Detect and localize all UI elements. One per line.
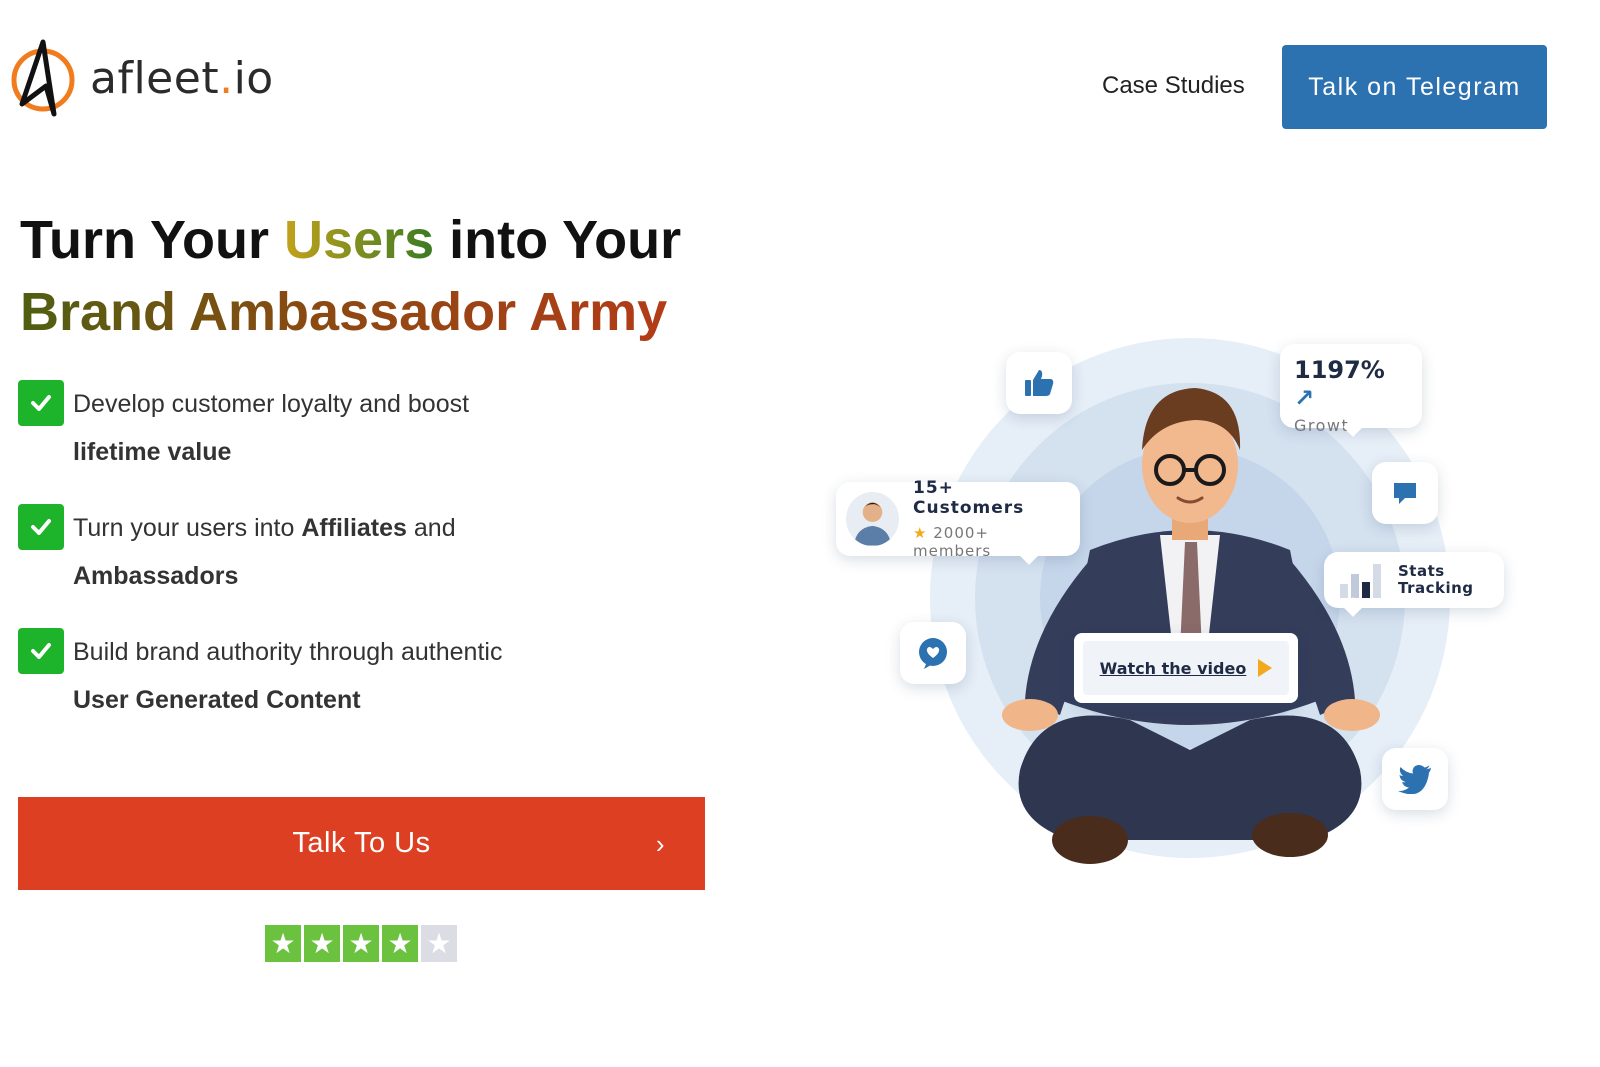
- growth-stat-card: 1197% ↗ Growth: [1280, 344, 1422, 437]
- stats-label-line1: Stats: [1398, 562, 1445, 580]
- star-icon: ★: [343, 925, 379, 962]
- chevron-right-icon: ›: [655, 829, 665, 859]
- afleet-logo-icon: [11, 39, 75, 117]
- bar-chart-icon: [1340, 564, 1381, 598]
- customers-card: 15+ Customers ★ 2000+ members: [836, 478, 1080, 565]
- star-icon: ★: [913, 524, 928, 542]
- feature-item: Develop customer loyalty and boost lifet…: [18, 380, 678, 476]
- headline-highlight: Users: [284, 210, 435, 270]
- logo[interactable]: afleet.io: [10, 38, 274, 118]
- stats-label-line2: Tracking: [1398, 579, 1474, 597]
- feature-list: Develop customer loyalty and boost lifet…: [18, 380, 678, 752]
- hero-illustration: 1197% ↗ Growth 15+ Customers ★ 2000+ mem…: [830, 330, 1530, 890]
- feature-item: Turn your users into Affiliates and Amba…: [18, 504, 678, 600]
- messenger-badge: [900, 622, 966, 684]
- checkmark-icon: [18, 380, 64, 426]
- arrow-up-right-icon: ↗: [1294, 384, 1315, 412]
- chat-bubble-icon: [1394, 483, 1416, 504]
- star-icon: ★: [265, 925, 301, 962]
- cta-label: Talk To Us: [292, 827, 431, 859]
- growth-value: 1197%: [1294, 356, 1385, 384]
- nav-case-studies-link[interactable]: Case Studies: [1102, 72, 1245, 100]
- like-badge: [1006, 352, 1072, 414]
- talk-on-telegram-button[interactable]: Talk on Telegram: [1282, 45, 1547, 129]
- messenger-icon: [919, 638, 947, 669]
- thumbs-up-icon: [1025, 370, 1054, 396]
- meditating-businessman-image: [1002, 388, 1380, 864]
- logo-wordmark: afleet.io: [90, 52, 274, 104]
- checkmark-icon: [18, 628, 64, 674]
- avatar: [846, 492, 899, 546]
- stats-tracking-card: Stats Tracking: [1324, 552, 1504, 617]
- trustpilot-rating[interactable]: ★ ★ ★ ★ ★: [265, 925, 457, 962]
- twitter-badge: [1382, 748, 1448, 810]
- twitter-icon: [1398, 765, 1431, 794]
- headline-line2: Brand Ambassador Army: [20, 282, 668, 342]
- hero-headline: Turn Your Users into Your Brand Ambassad…: [20, 210, 682, 342]
- watch-video-label: Watch the video: [1099, 658, 1247, 678]
- star-icon: ★: [382, 925, 418, 962]
- message-badge: [1372, 462, 1438, 524]
- play-icon: [1258, 659, 1273, 677]
- feature-item: Build brand authority through authentic …: [18, 628, 678, 724]
- talk-to-us-button[interactable]: Talk To Us ›: [18, 797, 705, 890]
- star-icon: ★: [304, 925, 340, 962]
- watch-video-button[interactable]: Watch the video: [1074, 633, 1298, 703]
- star-empty-icon: ★: [421, 925, 457, 962]
- checkmark-icon: [18, 504, 64, 550]
- customers-count: 15+ Customers: [913, 478, 1025, 518]
